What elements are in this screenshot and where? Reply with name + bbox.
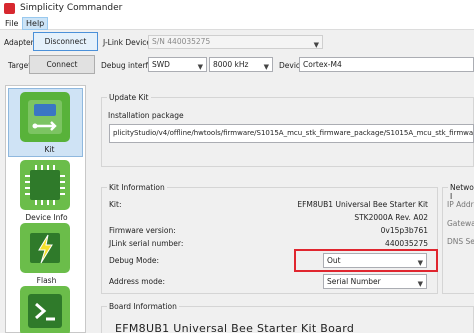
debug-mode-select[interactable]: Out ▼ (323, 253, 427, 268)
board-name: EFM8UB1 Universal Bee Starter Kit Board (115, 322, 355, 333)
address-mode-value: Serial Number (327, 277, 381, 286)
jlink-device-label: J-Link Device (103, 38, 152, 47)
debug-mode-value: Out (327, 256, 341, 265)
sidebar-item-console[interactable] (6, 286, 85, 333)
chevron-down-icon: ▼ (197, 63, 203, 71)
chip-icon (20, 160, 70, 210)
board-information-title: Board Information (107, 302, 179, 311)
target-label: Target (8, 61, 32, 70)
debug-interface-select[interactable]: SWD ▼ (148, 57, 207, 72)
device-input[interactable]: Cortex-M4 (299, 57, 474, 72)
menu-help[interactable]: Help (22, 17, 49, 30)
chevron-down-icon: ▼ (263, 63, 269, 71)
debug-interface-value: SWD (152, 60, 170, 69)
address-mode-label: Address mode: (109, 277, 166, 286)
sidebar-item-kit[interactable]: Kit (8, 88, 83, 157)
jlink-serial-value: 440035275 (385, 239, 428, 248)
chevron-down-icon: ▼ (417, 259, 423, 267)
installation-package-input[interactable]: plicityStudio/v4/offline/hwtools/firmwar… (109, 124, 474, 143)
installation-package-label: Installation package (108, 111, 184, 120)
menu-bar: File Help (0, 17, 474, 30)
window-title: Simplicity Commander (20, 3, 123, 13)
flash-chip-icon (20, 223, 70, 273)
jlink-serial-label: JLink serial number: (109, 239, 184, 248)
sidebar-item-label: Flash (36, 276, 57, 285)
firmware-version-label: Firmware version: (109, 226, 176, 235)
chevron-down-icon: ▼ (417, 280, 423, 288)
title-bar: Simplicity Commander (0, 0, 474, 17)
speed-value: 8000 kHz (213, 60, 249, 69)
debug-mode-label: Debug Mode: (109, 256, 160, 265)
jlink-device-value: S/N 440035275 (152, 37, 211, 46)
kit-value: EFM8UB1 Universal Bee Starter Kit (297, 200, 428, 209)
adapter-label: Adapter (4, 38, 34, 47)
network-information-title: Network I (448, 183, 474, 201)
disconnect-button[interactable]: Disconnect (33, 32, 98, 51)
address-mode-select[interactable]: Serial Number ▼ (323, 274, 427, 289)
kit-information-title: Kit Information (107, 183, 167, 192)
menu-file[interactable]: File (2, 17, 21, 30)
kit-label: Kit: (109, 200, 122, 209)
usb-board-icon (20, 92, 70, 142)
gateway-label: Gateway (447, 219, 474, 228)
sidebar: Kit Device Info Flash (5, 85, 86, 333)
sidebar-item-device-info[interactable]: Device Info (6, 160, 85, 226)
dns-server-label: DNS Serv (447, 237, 474, 246)
sidebar-item-label: Kit (44, 145, 55, 154)
update-kit-title: Update Kit (107, 93, 151, 102)
ip-address-label: IP Addre (447, 200, 474, 209)
speed-select[interactable]: 8000 kHz ▼ (209, 57, 273, 72)
firmware-version-value: 0v15p3b761 (380, 226, 428, 235)
connect-button[interactable]: Connect (29, 55, 95, 74)
chevron-down-icon: ▼ (313, 41, 319, 49)
sidebar-item-label: Device Info (25, 213, 68, 222)
jlink-device-select[interactable]: S/N 440035275 ▼ (148, 35, 323, 49)
sidebar-item-flash[interactable]: Flash (6, 223, 85, 289)
terminal-icon (20, 286, 70, 333)
app-logo-icon (4, 3, 15, 14)
kit-revision-value: STK2000A Rev. A02 (354, 213, 428, 222)
